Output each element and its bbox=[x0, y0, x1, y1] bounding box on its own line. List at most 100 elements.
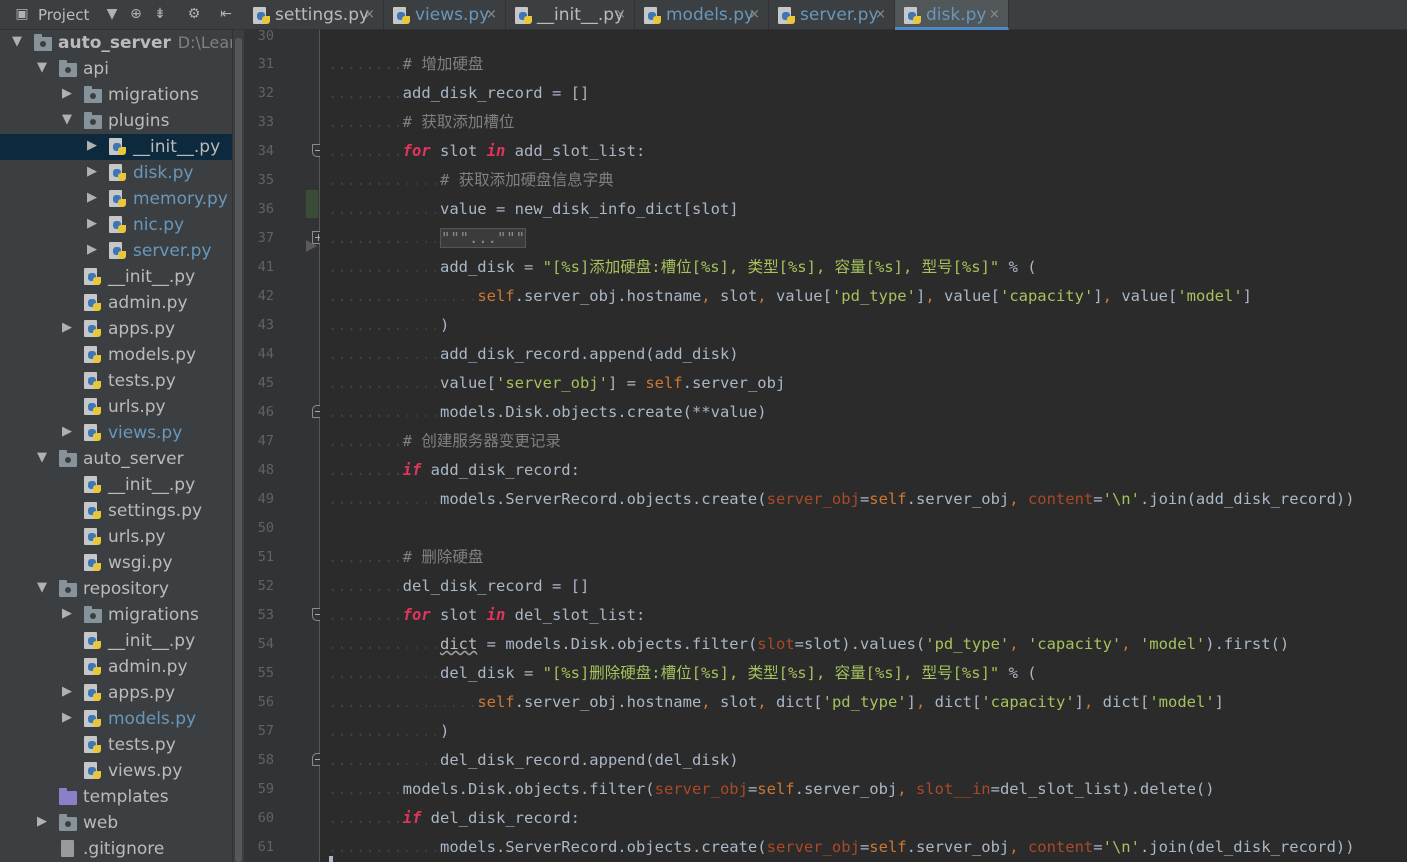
tree-item-label: tests.py bbox=[108, 735, 176, 755]
tree-file-item[interactable]: __init__.py bbox=[0, 628, 232, 654]
code-line: ........if del_disk_record: bbox=[328, 808, 580, 837]
code-token: add_disk_record bbox=[402, 84, 543, 102]
line-number: 43 bbox=[257, 317, 274, 333]
chevron-down-icon[interactable]: ▼ bbox=[60, 110, 74, 130]
folded-docstring[interactable]: """...""" bbox=[439, 228, 526, 248]
close-icon[interactable]: × bbox=[749, 6, 760, 24]
code-editor[interactable]: ........# 增加硬盘 ........add_disk_record = … bbox=[320, 30, 1407, 862]
tree-file-item[interactable]: .gitignore bbox=[0, 836, 232, 862]
code-token: dict bbox=[439, 635, 478, 653]
tree-folder-item[interactable]: ▼ api bbox=[0, 56, 232, 82]
chevron-right-icon[interactable]: ▶ bbox=[60, 604, 74, 624]
tree-file-item[interactable]: __init__.py bbox=[0, 472, 232, 498]
chevron-right-icon[interactable]: ▶ bbox=[60, 318, 74, 338]
tree-file-item[interactable]: ▶ models.py bbox=[0, 706, 232, 732]
close-icon[interactable]: × bbox=[615, 6, 626, 24]
code-token: content bbox=[1018, 490, 1094, 508]
chevron-right-icon[interactable]: ▶ bbox=[85, 162, 99, 182]
tree-file-item[interactable]: ▶ disk.py bbox=[0, 160, 232, 186]
chevron-down-icon[interactable]: ▼ bbox=[35, 578, 49, 598]
close-icon[interactable]: × bbox=[875, 6, 886, 24]
tree-folder-item[interactable]: ▼ auto_server bbox=[0, 446, 232, 472]
code-token: % ( bbox=[999, 664, 1037, 682]
change-marker[interactable] bbox=[306, 190, 318, 218]
chevron-right-icon[interactable]: ▶ bbox=[35, 812, 49, 832]
tree-file-item[interactable]: ▶ memory.py bbox=[0, 186, 232, 212]
tree-item-label: auto_server bbox=[58, 33, 171, 53]
tree-file-item[interactable]: ▶ apps.py bbox=[0, 316, 232, 342]
chevron-right-icon[interactable]: ▶ bbox=[85, 136, 99, 156]
close-icon[interactable]: × bbox=[364, 6, 375, 24]
code-token: ........ bbox=[328, 722, 403, 740]
code-token: slot bbox=[430, 606, 487, 624]
collapse-all-icon[interactable]: ⇟ bbox=[152, 6, 168, 22]
chevron-right-icon[interactable]: ▶ bbox=[85, 214, 99, 234]
chevron-down-icon[interactable]: ▼ bbox=[35, 58, 49, 78]
tree-file-item[interactable]: __init__.py bbox=[0, 264, 232, 290]
code-token: '\n' bbox=[1102, 838, 1140, 856]
tab-init-py[interactable]: __init__.py × bbox=[506, 0, 635, 30]
code-line: ........add_disk_record = [] bbox=[328, 83, 589, 112]
chevron-right-icon[interactable]: ▶ bbox=[85, 188, 99, 208]
python-file-icon bbox=[84, 683, 104, 702]
chevron-right-icon[interactable]: ▶ bbox=[60, 422, 74, 442]
tree-folder-item[interactable]: ▶ migrations bbox=[0, 82, 232, 108]
chevron-right-icon[interactable]: ▶ bbox=[60, 84, 74, 104]
tab-disk-py[interactable]: disk.py × bbox=[895, 0, 1009, 30]
tab-views-py[interactable]: views.py × bbox=[384, 0, 506, 30]
chevron-right-icon[interactable]: ▶ bbox=[60, 682, 74, 702]
python-icon-shape bbox=[84, 527, 104, 546]
code-token: , bbox=[1084, 693, 1094, 711]
code-token: in bbox=[486, 606, 506, 624]
chevron-right-icon[interactable]: ▶ bbox=[85, 240, 99, 260]
tree-file-item[interactable]: tests.py bbox=[0, 732, 232, 758]
tree-file-item[interactable]: urls.py bbox=[0, 394, 232, 420]
tree-file-item[interactable]: ▶ nic.py bbox=[0, 212, 232, 238]
chevron-right-icon[interactable]: ▶ bbox=[60, 708, 74, 728]
tree-folder-item[interactable]: ▶ web bbox=[0, 810, 232, 836]
close-icon[interactable]: × bbox=[989, 6, 1000, 24]
tab-server-py[interactable]: server.py × bbox=[769, 0, 895, 30]
tab-models-py[interactable]: models.py × bbox=[635, 0, 769, 30]
python-logo-yellow bbox=[653, 16, 661, 24]
tree-file-item[interactable]: views.py bbox=[0, 758, 232, 784]
line-number: 47 bbox=[257, 433, 274, 449]
tree-file-item[interactable]: tests.py bbox=[0, 368, 232, 394]
close-icon[interactable]: × bbox=[486, 6, 497, 24]
change-marker-arrow[interactable] bbox=[306, 240, 317, 252]
tree-file-item[interactable]: ▶ __init__.py bbox=[0, 134, 232, 160]
code-token: dict[ bbox=[1093, 693, 1150, 711]
tree-file-item[interactable]: models.py bbox=[0, 342, 232, 368]
chevron-down-icon[interactable]: ▼ bbox=[10, 32, 24, 52]
code-line: ............) bbox=[328, 721, 449, 750]
scrollbar-thumb[interactable] bbox=[235, 38, 242, 862]
project-tree-scrollbar[interactable] bbox=[232, 30, 244, 862]
tree-folder-item[interactable]: templates bbox=[0, 784, 232, 810]
tree-folder-item[interactable]: ▼auto_serverD:\Learn\P bbox=[0, 30, 244, 56]
tree-file-item[interactable]: settings.py bbox=[0, 498, 232, 524]
code-token: ........ bbox=[328, 258, 403, 276]
tree-file-item[interactable]: ▶ views.py bbox=[0, 420, 232, 446]
gear-icon[interactable]: ⚙ bbox=[186, 6, 202, 22]
tree-file-item[interactable]: urls.py bbox=[0, 524, 232, 550]
code-token: "[%s]添加硬盘:槽位[%s], 类型[%s], 容量[%s], 型号[%s]… bbox=[542, 258, 1000, 276]
dropdown-arrow-icon[interactable]: ▼ bbox=[104, 6, 120, 22]
tree-folder-item[interactable]: ▼ plugins bbox=[0, 108, 232, 134]
chevron-down-icon[interactable]: ▼ bbox=[35, 448, 49, 468]
tree-folder-item[interactable]: ▶ migrations bbox=[0, 602, 232, 628]
code-token: ] bbox=[915, 287, 926, 305]
project-title[interactable]: Project bbox=[38, 6, 89, 24]
tree-file-item[interactable]: ▶ server.py bbox=[0, 238, 232, 264]
hide-panel-icon[interactable]: ⇤ bbox=[218, 6, 234, 22]
project-view-icon[interactable]: ▣ bbox=[14, 6, 30, 22]
folder-shape bbox=[59, 814, 77, 831]
tree-file-item[interactable]: wsgi.py bbox=[0, 550, 232, 576]
code-token: models.Disk.objects.filter( bbox=[505, 635, 758, 653]
tree-file-item[interactable]: admin.py bbox=[0, 290, 232, 316]
tree-folder-item[interactable]: ▼ repository bbox=[0, 576, 232, 602]
code-token: .... bbox=[402, 635, 440, 653]
code-token: .... bbox=[402, 200, 440, 218]
tree-file-item[interactable]: ▶ apps.py bbox=[0, 680, 232, 706]
target-icon[interactable]: ⊕ bbox=[128, 6, 144, 22]
tree-file-item[interactable]: admin.py bbox=[0, 654, 232, 680]
